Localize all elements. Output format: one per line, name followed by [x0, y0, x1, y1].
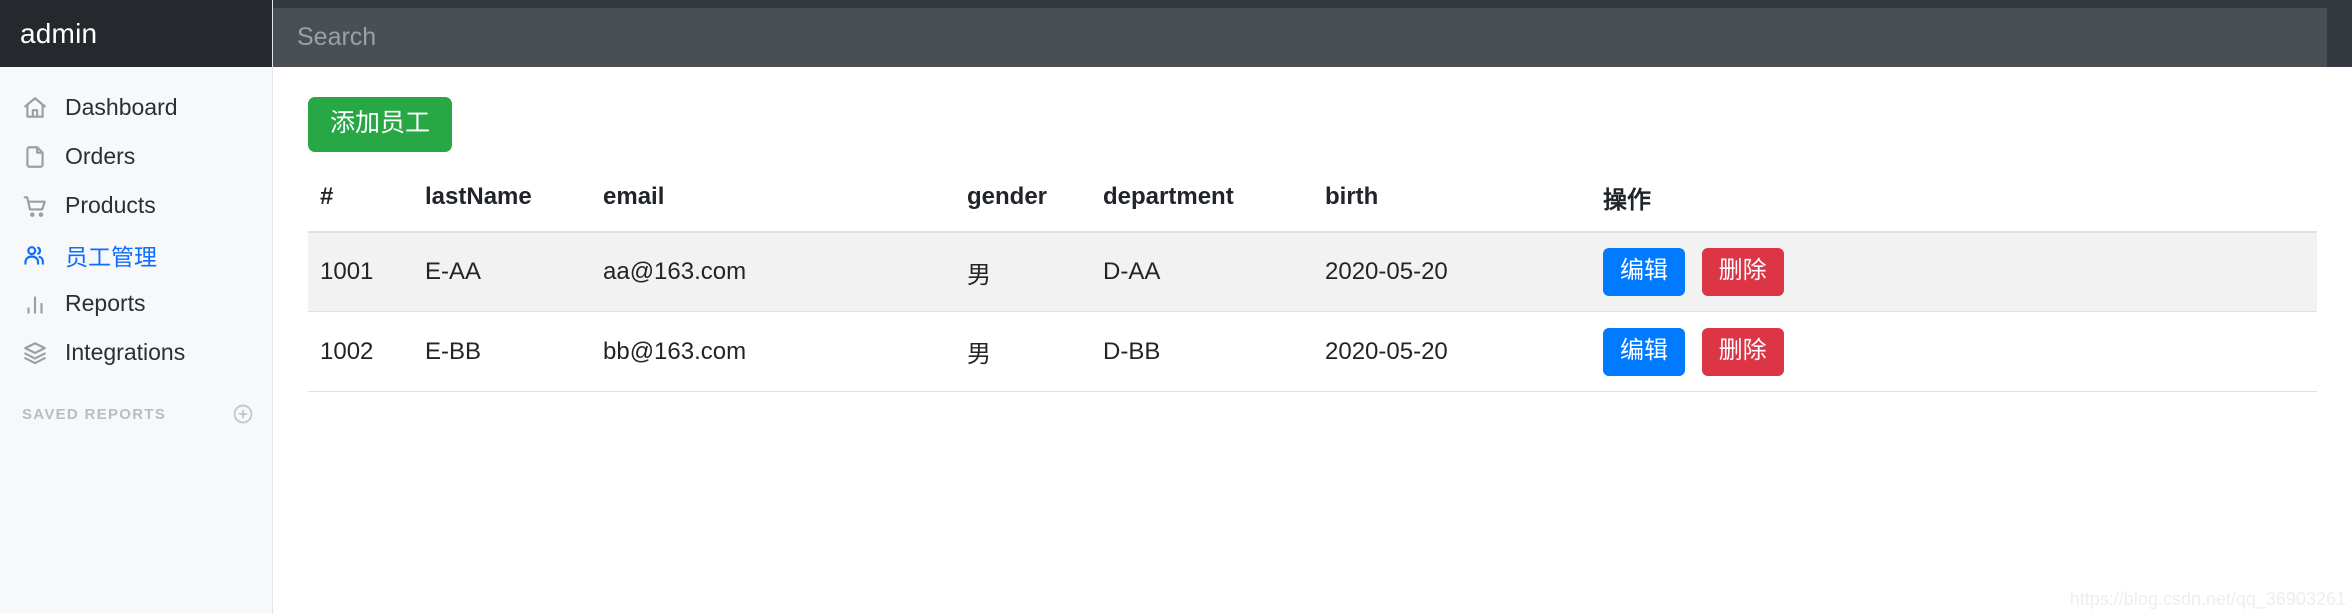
layers-icon: [22, 340, 48, 366]
bar-chart-icon: [22, 291, 48, 317]
sidebar-item-label: Products: [65, 192, 156, 218]
edit-button[interactable]: 编辑: [1603, 248, 1685, 296]
content-area: 添加员工 # lastName email gender department …: [273, 67, 2352, 614]
sidebar-brand[interactable]: admin: [0, 0, 272, 67]
file-icon: [22, 144, 48, 170]
column-header-department: department: [1091, 173, 1313, 233]
table-header: # lastName email gender department birth…: [308, 173, 2317, 233]
main-area: 添加员工 # lastName email gender department …: [273, 0, 2352, 614]
sidebar-item-label: Reports: [65, 290, 146, 316]
sidebar-item-orders[interactable]: Orders: [0, 132, 272, 181]
table-body: 1001 E-AA aa@163.com 男 D-AA 2020-05-20 编…: [308, 231, 2317, 393]
delete-button[interactable]: 删除: [1701, 248, 1784, 296]
search-input[interactable]: [273, 8, 2327, 67]
topbar: [273, 0, 2352, 67]
plus-circle-icon[interactable]: [232, 403, 254, 425]
shopping-cart-icon: [22, 193, 48, 219]
cell-birth: 2020-05-20: [1313, 231, 1591, 313]
sidebar-item-label: Integrations: [65, 339, 186, 365]
sidebar: admin Dashboard Orders Products 员工管理 Rep…: [0, 0, 273, 614]
admin-page: admin Dashboard Orders Products 员工管理 Rep…: [0, 0, 2352, 614]
cell-lastname: E-AA: [413, 231, 591, 313]
table-row: 1002 E-BB bb@163.com 男 D-BB 2020-05-20 编…: [308, 311, 2317, 393]
sidebar-item-label: Orders: [65, 143, 136, 169]
cell-lastname: E-BB: [413, 311, 591, 393]
cell-id: 1001: [308, 231, 413, 313]
users-icon: [22, 242, 48, 268]
home-icon: [22, 95, 48, 121]
column-header-actions: 操作: [1591, 173, 2317, 233]
edit-button[interactable]: 编辑: [1603, 327, 1685, 376]
sidebar-item-integrations[interactable]: Integrations: [0, 328, 272, 377]
column-header-lastname: lastName: [413, 173, 591, 233]
add-employee-button[interactable]: 添加员工: [308, 97, 453, 152]
cell-department: D-BB: [1091, 311, 1313, 393]
cell-birth: 2020-05-20: [1313, 311, 1591, 393]
watermark: https://blog.csdn.net/qq_36903261: [2069, 589, 2346, 609]
sidebar-item-label: Dashboard: [65, 94, 178, 120]
cell-gender: 男: [955, 311, 1091, 393]
sidebar-item-products[interactable]: Products: [0, 181, 272, 230]
column-header-email: email: [591, 173, 955, 233]
cell-gender: 男: [955, 231, 1091, 313]
column-header-id: #: [308, 173, 413, 233]
cell-id: 1002: [308, 311, 413, 393]
sidebar-item-dashboard[interactable]: Dashboard: [0, 83, 272, 132]
cell-department: D-AA: [1091, 231, 1313, 313]
cell-actions: 编辑 删除: [1591, 231, 2317, 313]
sidebar-item-label: 员工管理: [65, 243, 157, 270]
table-header-row: # lastName email gender department birth…: [308, 173, 2317, 233]
sidebar-section-saved-reports: SAVED REPORTS: [0, 403, 272, 425]
cell-email: aa@163.com: [591, 231, 955, 313]
column-header-birth: birth: [1313, 173, 1591, 233]
sidebar-item-reports[interactable]: Reports: [0, 279, 272, 328]
delete-button[interactable]: 删除: [1701, 327, 1784, 376]
cell-email: bb@163.com: [591, 311, 955, 393]
sidebar-section-title: SAVED REPORTS: [22, 405, 167, 423]
table-row: 1001 E-AA aa@163.com 男 D-AA 2020-05-20 编…: [308, 231, 2317, 313]
brand-title: admin: [20, 17, 98, 49]
sidebar-item-employee-management[interactable]: 员工管理: [0, 230, 272, 279]
sidebar-nav: Dashboard Orders Products 员工管理 Reports I…: [0, 67, 272, 425]
employee-table: # lastName email gender department birth…: [308, 173, 2317, 393]
cell-actions: 编辑 删除: [1591, 311, 2317, 393]
column-header-gender: gender: [955, 173, 1091, 233]
